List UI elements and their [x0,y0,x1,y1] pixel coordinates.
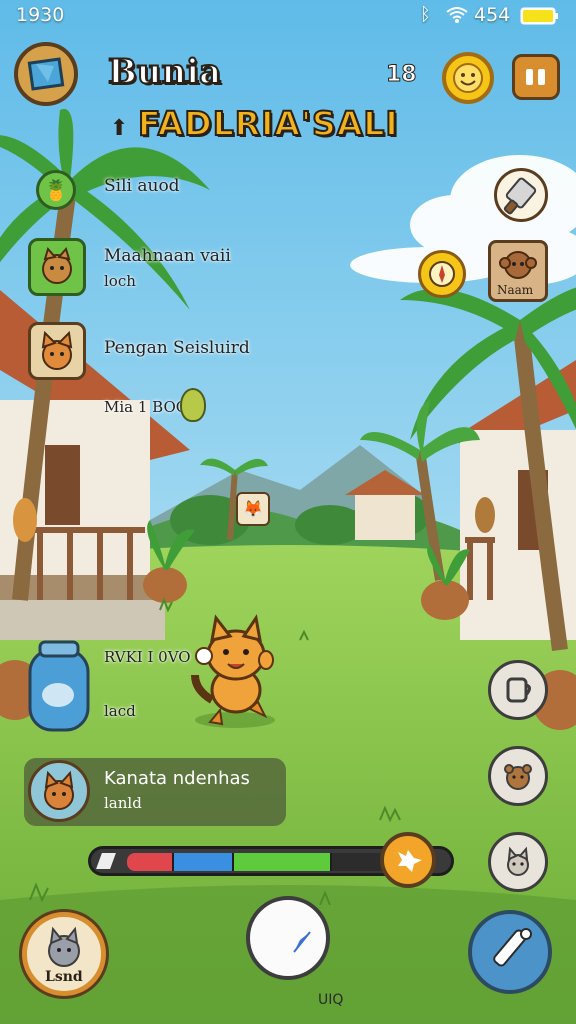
paw-icon [398,850,422,872]
footer-text: UIQ [318,992,344,1008]
npc-sub: lanld [104,794,142,812]
game-title: Bunia [107,51,222,93]
title-arrow-icon: ⬆ [110,116,129,141]
pineapple-icon: 🍍 [36,170,76,210]
energy-segment [332,853,385,871]
quest-label: Sili auod [104,176,180,196]
jar-item [28,640,90,732]
battery-text: 454 [474,4,511,26]
profile-button[interactable]: Lsnd [22,912,106,996]
tool-button[interactable] [494,168,548,222]
floating-item-icon[interactable]: 🦊 [236,492,270,526]
quest-item-4[interactable]: Mia 1 BOG [100,388,240,428]
energy-bar-handle [96,853,116,869]
counter-value: 18 [386,62,418,88]
quest-label: Mia 1 BOG [104,398,188,416]
energy-boost-button[interactable] [380,832,436,888]
status-icons: ᛒ 454 [420,4,570,29]
side-button-cat[interactable] [488,832,548,892]
jar-title: RVKI I 0VO [104,648,191,666]
smiley-coin-icon [453,63,483,93]
compass-button[interactable] [418,250,466,298]
battery-icon [520,7,560,29]
fox-portrait-icon [28,238,86,296]
quest-label: Maahnaan vaii [104,246,231,266]
quest-item-2[interactable]: Maahnaan vaii loch [28,238,268,308]
monkey-portrait-icon [499,251,537,279]
side-button-mug[interactable] [488,660,548,720]
wifi-icon [446,6,468,28]
fox-avatar-icon [44,770,74,810]
bluetooth-icon: ᛒ [420,4,431,25]
energy-segment [127,853,174,871]
grid-menu-icon [526,69,545,85]
compass-needle-icon [293,931,311,953]
map-icon [27,57,65,91]
quest-label: Pengan Seisluird [104,338,250,358]
npc-dialog[interactable]: Kanata ndenhas lanld [24,758,286,826]
mug-icon [506,677,531,703]
coin-button[interactable] [442,52,494,104]
npc-name: Kanata ndenhas [104,768,250,789]
quest-sublabel: loch [104,272,136,290]
pear-icon [180,388,206,422]
side-button-bear[interactable] [488,746,548,806]
quest-item-3[interactable]: Pengan Seisluird [28,322,288,386]
npc-avatar [28,760,90,822]
jar-sub: lacd [104,702,136,720]
edit-tool-button[interactable] [468,910,552,994]
profile-label: Lsnd [45,969,83,985]
game-subtitle: FADLRIA'SALI [137,103,399,144]
map-button[interactable] [14,42,78,106]
energy-segment [234,853,332,871]
character-card-label: Naam [497,283,534,297]
energy-segment [174,853,234,871]
compass-icon [429,261,455,287]
cat-face-icon [507,846,529,876]
menu-button[interactable] [512,54,560,100]
pen-tool-icon [493,928,532,967]
compass-main-button[interactable] [246,896,330,980]
character-card[interactable]: Naam [488,240,548,302]
bear-face-icon [504,764,532,790]
status-time: 1930 [16,4,65,26]
quest-item-1[interactable]: 🍍 Sili auod [36,168,236,218]
cat-portrait-icon [28,322,86,380]
cleaver-icon [503,177,537,215]
